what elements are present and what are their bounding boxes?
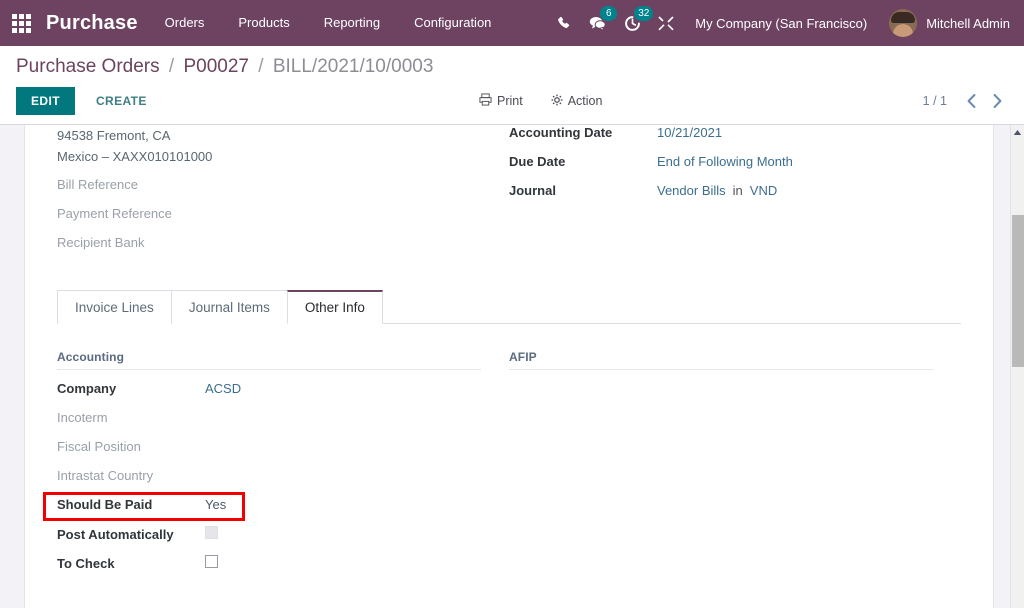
breadcrumb-purchase-orders[interactable]: Purchase Orders [16, 56, 160, 77]
address-line-1: 94538 Fremont, CA [57, 125, 481, 146]
journal-conjunction: in [733, 183, 743, 198]
group-title-accounting: Accounting [57, 350, 481, 370]
apps-grid-icon[interactable] [8, 10, 34, 36]
tab-other-info[interactable]: Other Info [287, 290, 383, 324]
edit-button[interactable]: EDIT [16, 87, 75, 115]
breadcrumb: Purchase Orders / P00027 / BILL/2021/10/… [16, 56, 1008, 78]
print-menu[interactable]: Print [479, 93, 523, 109]
menu-orders[interactable]: Orders [148, 0, 222, 46]
field-payment-reference[interactable]: Payment Reference [57, 206, 481, 235]
debug-tools-icon[interactable] [649, 0, 683, 46]
breadcrumb-current-record: BILL/2021/10/0003 [273, 56, 434, 77]
field-due-date[interactable]: Due Date End of Following Month [509, 154, 933, 183]
action-menu[interactable]: Action [551, 94, 603, 109]
field-company[interactable]: Company ACSD [57, 381, 481, 410]
tab-invoice-lines[interactable]: Invoice Lines [57, 290, 172, 324]
value-due-date: End of Following Month [657, 154, 793, 169]
value-company[interactable]: ACSD [205, 381, 241, 396]
breadcrumb-separator-1: / [169, 56, 174, 77]
form-content-area: 94538 Fremont, CA Mexico – XAXX010101000… [0, 125, 1024, 608]
field-recipient-bank[interactable]: Recipient Bank [57, 235, 481, 264]
label-payment-reference: Payment Reference [57, 206, 205, 221]
value-journal: Vendor Bills [657, 183, 726, 198]
control-panel-center: Print Action [159, 93, 923, 109]
field-incoterm[interactable]: Incoterm [57, 410, 481, 439]
partner-address: 94538 Fremont, CA Mexico – XAXX010101000 [57, 125, 481, 167]
other-info-page: Accounting Company ACSD Incoterm Fiscal … [57, 324, 961, 584]
field-to-check[interactable]: To Check [57, 555, 481, 584]
messages-icon[interactable]: 6 [581, 0, 615, 46]
header-field-columns: 94538 Fremont, CA Mexico – XAXX010101000… [57, 125, 961, 264]
form-sheet: 94538 Fremont, CA Mexico – XAXX010101000… [24, 125, 994, 608]
control-panel-buttons-row: EDIT CREATE Print [16, 87, 1008, 115]
user-name: Mitchell Admin [926, 16, 1010, 31]
label-due-date: Due Date [509, 154, 657, 169]
breadcrumb-p00027[interactable]: P00027 [183, 56, 249, 77]
field-should-be-paid[interactable]: Should Be Paid Yes [57, 497, 481, 526]
label-incoterm: Incoterm [57, 410, 205, 425]
label-journal: Journal [509, 183, 657, 198]
menu-configuration[interactable]: Configuration [397, 0, 508, 46]
afip-group: AFIP [509, 350, 961, 584]
avatar [889, 9, 917, 37]
tab-journal-items[interactable]: Journal Items [171, 290, 288, 324]
field-bill-reference[interactable]: Bill Reference [57, 177, 481, 206]
menu-products[interactable]: Products [221, 0, 306, 46]
value-should-be-paid: Yes [205, 497, 226, 512]
right-field-column: Accounting Date 10/21/2021 Due Date End … [509, 125, 961, 264]
action-label: Action [568, 94, 603, 108]
activities-icon[interactable]: 32 [615, 0, 649, 46]
pager-next-button[interactable] [986, 90, 1008, 112]
label-to-check: To Check [57, 556, 205, 571]
label-should-be-paid: Should Be Paid [57, 497, 205, 512]
label-post-automatically: Post Automatically [57, 527, 205, 542]
should-be-paid-wrapper: Should Be Paid Yes [57, 497, 481, 526]
value-journal-currency: VND [750, 183, 777, 198]
label-intrastat-country: Intrastat Country [57, 468, 205, 483]
pager-value: 1 / 1 [923, 94, 947, 108]
field-journal[interactable]: Journal Vendor Bills in VND [509, 183, 933, 212]
field-fiscal-position[interactable]: Fiscal Position [57, 439, 481, 468]
menu-reporting[interactable]: Reporting [307, 0, 397, 46]
label-bill-reference: Bill Reference [57, 177, 205, 192]
notebook-tabs: Invoice Lines Journal Items Other Info [57, 290, 961, 324]
other-info-columns: Accounting Company ACSD Incoterm Fiscal … [57, 350, 961, 584]
label-accounting-date: Accounting Date [509, 125, 657, 140]
vertical-scrollbar[interactable] [1010, 125, 1024, 608]
scroll-up-arrow-icon[interactable] [1011, 125, 1024, 139]
printer-icon [479, 93, 492, 109]
label-recipient-bank: Recipient Bank [57, 235, 205, 250]
user-menu[interactable]: Mitchell Admin [883, 9, 1010, 37]
label-company: Company [57, 381, 205, 396]
address-line-2: Mexico – XAXX010101000 [57, 146, 481, 167]
company-switcher[interactable]: My Company (San Francisco) [683, 16, 883, 31]
checkbox-post-automatically [205, 526, 218, 539]
app-brand-purchase[interactable]: Purchase [40, 12, 148, 35]
value-accounting-date: 10/21/2021 [657, 125, 722, 140]
print-label: Print [497, 94, 523, 108]
sheet-scroll-viewport: 94538 Fremont, CA Mexico – XAXX010101000… [0, 125, 1010, 608]
field-accounting-date[interactable]: Accounting Date 10/21/2021 [509, 125, 933, 154]
field-post-automatically[interactable]: Post Automatically [57, 526, 481, 555]
pager: 1 / 1 [923, 90, 1008, 112]
create-button[interactable]: CREATE [84, 87, 159, 115]
control-panel: Purchase Orders / P00027 / BILL/2021/10/… [0, 46, 1024, 125]
breadcrumb-separator-2: / [258, 56, 263, 77]
field-intrastat-country[interactable]: Intrastat Country [57, 468, 481, 497]
top-navbar: Purchase Orders Products Reporting Confi… [0, 0, 1024, 46]
pager-previous-button[interactable] [960, 90, 982, 112]
gear-icon [551, 94, 563, 109]
accounting-group: Accounting Company ACSD Incoterm Fiscal … [57, 350, 509, 584]
label-fiscal-position: Fiscal Position [57, 439, 205, 454]
checkbox-to-check[interactable] [205, 555, 218, 568]
phone-icon[interactable] [547, 0, 581, 46]
scrollbar-thumb[interactable] [1012, 215, 1024, 367]
left-field-column: 94538 Fremont, CA Mexico – XAXX010101000… [57, 125, 509, 264]
group-title-afip: AFIP [509, 350, 933, 370]
